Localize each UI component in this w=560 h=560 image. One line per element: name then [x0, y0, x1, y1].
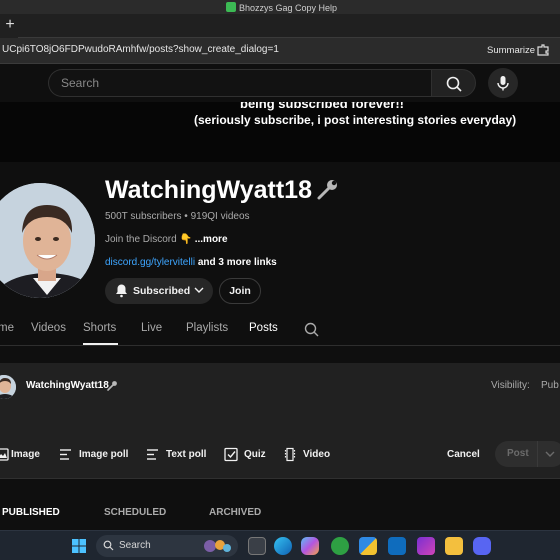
visibility-dropdown[interactable]: Pub — [541, 380, 559, 391]
summarize-button[interactable]: Summarize — [487, 45, 535, 56]
tab-shorts[interactable]: Shorts — [83, 322, 116, 334]
dialog-username: WatchingWyatt18 — [26, 380, 109, 391]
image-poll-button[interactable]: Image poll — [59, 447, 131, 463]
description-more-link[interactable]: ...more — [195, 234, 228, 245]
channel-avatar[interactable] — [0, 183, 95, 298]
search-button[interactable] — [431, 69, 476, 97]
tab-scheduled[interactable]: SCHEDULED — [104, 507, 166, 518]
channel-name: WatchingWyatt18 — [105, 176, 312, 204]
tab-posts[interactable]: Posts — [249, 322, 278, 334]
create-post-dialog: WatchingWyatt18 Visibility: Pub Image Im… — [0, 363, 560, 479]
wrench-icon — [317, 180, 337, 200]
purple-app-icon[interactable] — [417, 537, 435, 555]
banner-text-line1: being subscribed forever!! — [240, 102, 404, 111]
image-button[interactable]: Image — [0, 447, 45, 463]
window-titlebar: Bhozzys Gag Copy Help — [0, 0, 560, 14]
image-poll-icon — [60, 449, 71, 460]
post-button[interactable]: Post — [495, 441, 560, 467]
taskbar-search-box[interactable]: Search — [96, 535, 238, 557]
description-text: Join the Discord 👇 — [105, 234, 195, 245]
new-tab-icon[interactable]: + — [2, 17, 18, 33]
wrench-icon — [107, 381, 117, 391]
file-explorer-icon[interactable] — [248, 537, 266, 555]
tab-active-indicator — [83, 343, 118, 345]
chevron-down-icon — [194, 287, 204, 293]
join-button[interactable]: Join — [219, 278, 261, 304]
image-poll-label: Image poll — [79, 449, 129, 460]
visibility-label: Visibility: — [491, 380, 530, 391]
channel-banner: being subscribed forever!! (seriously su… — [0, 102, 560, 162]
chevron-down-icon[interactable] — [543, 447, 557, 461]
taskbar-search-label: Search — [119, 540, 151, 551]
search-icon — [446, 76, 462, 92]
windows-start-icon[interactable] — [71, 538, 87, 554]
search-icon — [103, 540, 114, 551]
subscribed-button[interactable]: Subscribed — [105, 278, 213, 304]
post-label: Post — [507, 448, 529, 459]
app-favicon-icon — [226, 2, 236, 12]
tab-published[interactable]: PUBLISHED — [2, 507, 60, 518]
tab-archived[interactable]: ARCHIVED — [209, 507, 261, 518]
url-text[interactable]: UCpi6TO8jO6FDPwudoRAmhfw/posts?show_crea… — [2, 44, 279, 55]
window-title: Bhozzys Gag Copy Help — [239, 3, 338, 13]
quiz-icon — [224, 447, 238, 462]
video-icon — [284, 447, 296, 462]
browser-tabbar: + — [0, 14, 560, 38]
discord-link[interactable]: discord.gg/tylervitelli — [105, 257, 195, 268]
youtube-masthead — [0, 64, 560, 102]
edge-icon[interactable] — [274, 537, 292, 555]
search-highlight-icon — [204, 540, 231, 552]
address-bar[interactable]: UCpi6TO8jO6FDPwudoRAmhfw/posts?show_crea… — [0, 38, 560, 64]
cancel-button[interactable]: Cancel — [447, 449, 480, 460]
post-button-divider — [537, 441, 538, 467]
banner-text-line2: (seriously subscribe, i post interesting… — [194, 113, 517, 127]
folder-icon[interactable] — [445, 537, 463, 555]
tab-live[interactable]: Live — [141, 322, 162, 334]
video-label: Video — [303, 449, 331, 460]
store-icon[interactable] — [359, 537, 377, 555]
quiz-label: Quiz — [244, 449, 266, 460]
voice-search-button[interactable] — [488, 68, 518, 98]
xbox-icon[interactable] — [331, 537, 349, 555]
image-label: Image — [11, 449, 40, 460]
channel-tabs: me Videos Shorts Live Playlists Posts — [0, 316, 560, 346]
subscribed-label: Subscribed — [133, 285, 191, 297]
video-button[interactable]: Video — [284, 447, 332, 463]
search-box[interactable] — [48, 69, 432, 97]
discord-icon[interactable] — [473, 537, 491, 555]
microphone-icon — [497, 76, 509, 91]
text-poll-button[interactable]: Text poll — [146, 447, 208, 463]
outlook-icon[interactable] — [388, 537, 406, 555]
extension-icon[interactable] — [536, 43, 550, 57]
channel-links[interactable]: discord.gg/tylervitelli and 3 more links — [105, 257, 277, 268]
windows-taskbar: Search — [0, 530, 560, 560]
channel-stats: 500T subscribers • 919QI videos — [105, 211, 250, 222]
bell-icon — [116, 284, 127, 298]
channel-search-icon[interactable] — [303, 321, 320, 338]
image-icon — [0, 448, 9, 461]
search-input[interactable] — [61, 76, 421, 90]
channel-description[interactable]: Join the Discord 👇 ...more — [105, 234, 228, 245]
tab-playlists[interactable]: Playlists — [186, 322, 228, 334]
text-poll-icon — [147, 449, 158, 460]
tab-home[interactable]: me — [0, 322, 14, 334]
quiz-button[interactable]: Quiz — [224, 447, 268, 463]
text-poll-label: Text poll — [166, 449, 207, 460]
dialog-avatar — [0, 375, 16, 399]
tab-videos[interactable]: Videos — [31, 322, 66, 334]
post-status-tabs: PUBLISHED SCHEDULED ARCHIVED — [0, 500, 560, 530]
copilot-icon[interactable] — [301, 537, 319, 555]
more-links[interactable]: and 3 more links — [195, 257, 277, 268]
